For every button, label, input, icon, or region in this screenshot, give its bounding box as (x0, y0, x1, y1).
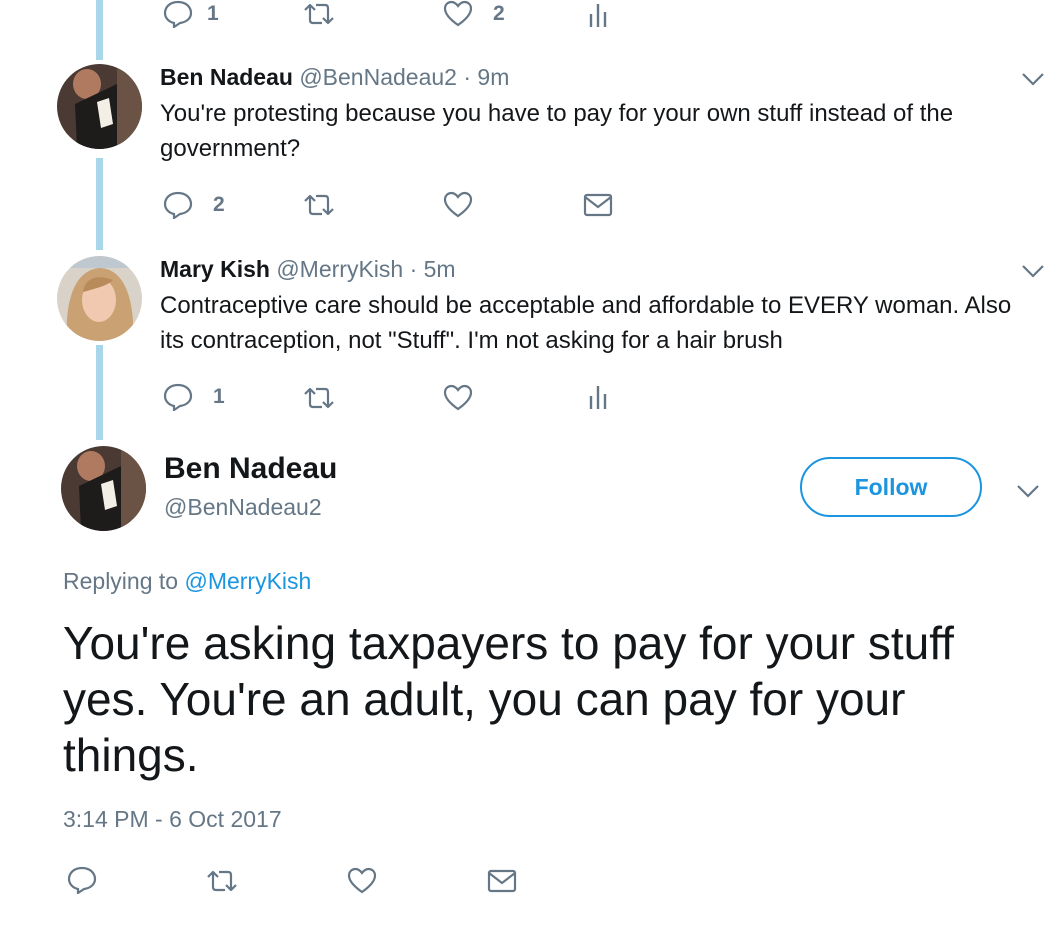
follow-button[interactable]: Follow (800, 457, 982, 517)
reply-count: 1 (207, 2, 219, 25)
dm-icon (487, 869, 517, 893)
thread-line (96, 158, 103, 250)
direct-message-button[interactable] (583, 193, 613, 217)
like-button[interactable] (443, 191, 473, 218)
reply-count: 1 (213, 385, 225, 408)
retweet-button[interactable] (302, 386, 336, 410)
thread-line (96, 345, 103, 440)
tweet-author-line: Mary Kish @MerryKish · 5m (160, 256, 456, 283)
like-count: 2 (493, 1, 505, 25)
reply-button[interactable]: 1 (163, 383, 225, 411)
analytics-button[interactable] (588, 2, 608, 28)
reply-count: 2 (213, 193, 225, 216)
chevron-down-icon[interactable] (1016, 484, 1040, 498)
retweet-icon (304, 3, 334, 25)
like-icon (443, 191, 473, 218)
author-name[interactable]: Mary Kish (160, 256, 270, 282)
reply-icon (67, 866, 97, 894)
main-tweet-text: You're asking taxpayers to pay for your … (63, 617, 954, 781)
tweet-time[interactable]: · 9m (463, 64, 509, 90)
retweet-button[interactable] (205, 869, 239, 893)
tweet-author-line: Ben Nadeau @BenNadeau2 · 9m (160, 64, 509, 91)
author-handle[interactable]: @BenNadeau2 (299, 64, 457, 90)
like-button[interactable] (443, 384, 473, 411)
author-handle[interactable]: @BenNadeau2 (164, 494, 322, 521)
tweet-time[interactable]: · 5m (410, 256, 456, 282)
analytics-icon (589, 386, 607, 409)
avatar[interactable] (61, 446, 146, 531)
reply-button[interactable]: 1 (163, 0, 219, 28)
tweet-text: You're protesting because you have to pa… (160, 100, 954, 162)
avatar[interactable] (57, 256, 142, 341)
retweet-icon (304, 194, 334, 216)
chevron-down-icon[interactable] (1021, 264, 1045, 278)
avatar[interactable] (57, 64, 142, 149)
thread-line (96, 0, 103, 60)
like-button[interactable] (347, 867, 377, 894)
like-button[interactable]: 2 (443, 0, 505, 27)
direct-message-button[interactable] (487, 869, 517, 893)
retweet-icon (304, 387, 334, 409)
like-icon (443, 0, 473, 27)
author-name[interactable]: Ben Nadeau (160, 64, 293, 90)
retweet-icon (207, 870, 237, 892)
analytics-button[interactable] (588, 384, 608, 410)
analytics-icon (589, 4, 607, 27)
author-name[interactable]: Ben Nadeau (164, 452, 337, 486)
reply-button[interactable]: 2 (163, 191, 225, 219)
retweet-button[interactable] (302, 2, 336, 26)
reply-button[interactable] (67, 866, 97, 894)
author-handle[interactable]: @MerryKish (276, 256, 403, 282)
chevron-down-icon[interactable] (1021, 72, 1045, 86)
dm-icon (583, 193, 613, 217)
reply-icon (163, 0, 193, 28)
avatar-image (57, 64, 142, 149)
tweet-text: Contraceptive care should be acceptable … (160, 292, 1012, 354)
replying-to-link[interactable]: @MerryKish (184, 568, 311, 594)
replying-prefix: Replying to (63, 568, 179, 594)
like-icon (443, 384, 473, 411)
tweet-timestamp[interactable]: 3:14 PM - 6 Oct 2017 (63, 806, 282, 833)
avatar-image (61, 446, 146, 531)
retweet-button[interactable] (302, 193, 336, 217)
avatar-image (57, 256, 142, 341)
reply-icon (163, 383, 193, 411)
like-icon (347, 867, 377, 894)
reply-icon (163, 191, 193, 219)
replying-to: Replying to @MerryKish (63, 568, 311, 595)
